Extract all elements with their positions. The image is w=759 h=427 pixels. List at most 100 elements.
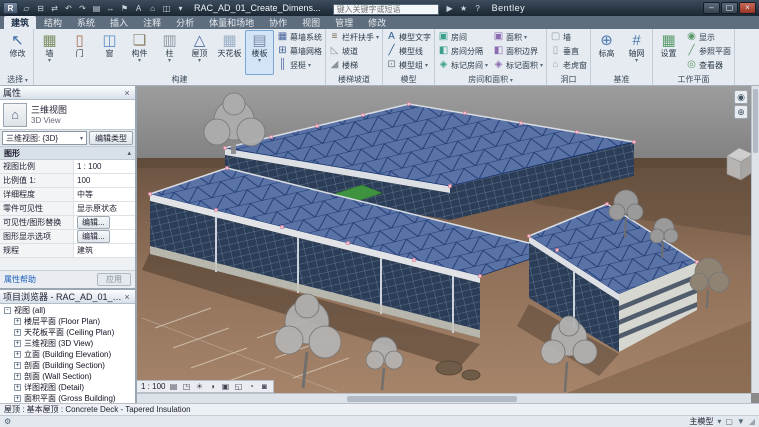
ribbon-tab-4[interactable]: 注释 bbox=[136, 16, 168, 29]
close-icon[interactable]: × bbox=[122, 88, 132, 98]
minimize-button[interactable]: – bbox=[703, 2, 720, 14]
tree-expander-icon[interactable]: - bbox=[4, 307, 11, 314]
tag-area-button[interactable]: ◈标记面积▾ bbox=[491, 58, 545, 72]
grid-button[interactable]: #轴网▾ bbox=[622, 30, 651, 75]
search-input[interactable] bbox=[333, 4, 439, 15]
properties-header[interactable]: 属性 × bbox=[0, 86, 135, 100]
close-button[interactable]: × bbox=[739, 2, 756, 14]
tree-expander-icon[interactable]: + bbox=[14, 362, 21, 369]
browser-item-4[interactable]: +立面 (Building Elevation) bbox=[0, 349, 135, 360]
filter-icon[interactable]: ▼ bbox=[737, 417, 745, 426]
vertical-scrollbar[interactable] bbox=[751, 86, 759, 393]
temporary-hide-icon[interactable]: ◔ bbox=[246, 382, 256, 391]
room-separator-button[interactable]: ◧房间分隔 bbox=[436, 44, 490, 58]
panel-label-1[interactable]: 构建 bbox=[35, 75, 324, 85]
ribbon-tab-10[interactable]: 修改 bbox=[361, 16, 393, 29]
browser-item-8[interactable]: +面积平面 (Gross Building) bbox=[0, 393, 135, 403]
steering-wheel-icon[interactable]: ◉ bbox=[734, 90, 748, 104]
wall-opening-button[interactable]: ▢墙 bbox=[548, 30, 589, 44]
panel-label-4[interactable]: 房间和面积 ▾ bbox=[436, 75, 545, 85]
panel-label-7[interactable]: 工作平面 bbox=[654, 75, 733, 85]
ribbon-tab-2[interactable]: 系统 bbox=[70, 16, 102, 29]
tree-expander-icon[interactable]: + bbox=[14, 351, 21, 358]
measure-icon[interactable]: ↔ bbox=[104, 2, 117, 15]
panel-label-2[interactable]: 楼梯坡道 bbox=[327, 75, 381, 85]
help-icon[interactable]: ? bbox=[472, 2, 484, 14]
tag-room-button[interactable]: ◈标记房间▾ bbox=[436, 58, 490, 72]
browser-item-2[interactable]: +天花板平面 (Ceiling Plan) bbox=[0, 327, 135, 338]
sun-path-icon[interactable]: ☀ bbox=[194, 382, 204, 391]
stair-button[interactable]: ◢楼梯 bbox=[327, 58, 381, 72]
search-go-icon[interactable]: ▶ bbox=[444, 2, 456, 14]
qat-dropdown-icon[interactable]: ▾ bbox=[174, 2, 187, 15]
default-3d-view-icon[interactable]: ⌂ bbox=[146, 2, 159, 15]
collapse-icon[interactable]: ▴ bbox=[127, 149, 131, 157]
set-work-plane-button[interactable]: ▦设置 bbox=[654, 30, 683, 75]
type-selector-dropdown[interactable]: 三维视图: {3D} ▾ bbox=[2, 131, 87, 145]
browser-item-5[interactable]: +剖面 (Building Section) bbox=[0, 360, 135, 371]
browser-item-0[interactable]: -视图 (all) bbox=[0, 305, 135, 316]
property-value-4[interactable]: 编辑... bbox=[74, 216, 135, 229]
tree-expander-icon[interactable]: + bbox=[14, 318, 21, 325]
roof-button[interactable]: △屋顶▾ bbox=[185, 30, 214, 75]
ribbon-tab-3[interactable]: 插入 bbox=[103, 16, 135, 29]
ribbon-tab-6[interactable]: 体量和场地 bbox=[202, 16, 261, 29]
panel-label-6[interactable]: 基准 bbox=[592, 75, 651, 85]
modify-button[interactable]: ↖修改 bbox=[3, 30, 32, 75]
floor-button[interactable]: ▤楼板▾ bbox=[245, 30, 274, 75]
design-options-select[interactable]: 主模型 bbox=[689, 416, 713, 427]
curtain-system-button[interactable]: ▦幕墙系统 bbox=[275, 30, 324, 44]
curtain-grid-button[interactable]: ⊞幕墙网格 bbox=[275, 44, 324, 58]
area-boundary-button[interactable]: ◧面积边界 bbox=[491, 44, 545, 58]
print-icon[interactable]: ▤ bbox=[90, 2, 103, 15]
ceiling-button[interactable]: ▦天花板 bbox=[215, 30, 244, 75]
application-menu-button[interactable]: R bbox=[3, 2, 18, 14]
ribbon-tab-8[interactable]: 视图 bbox=[295, 16, 327, 29]
resize-grip[interactable]: ◢ bbox=[749, 417, 755, 426]
redo-icon[interactable]: ↷ bbox=[76, 2, 89, 15]
tag-icon[interactable]: ⚑ bbox=[118, 2, 131, 15]
tree-expander-icon[interactable]: + bbox=[14, 395, 21, 402]
show-work-plane-button[interactable]: ◉显示 bbox=[684, 30, 733, 44]
property-value-5[interactable]: 编辑... bbox=[74, 230, 135, 243]
maximize-button[interactable]: ▢ bbox=[721, 2, 738, 14]
ramp-button[interactable]: ◺坡道 bbox=[327, 44, 381, 58]
room-button[interactable]: ▣房间 bbox=[436, 30, 490, 44]
tree-expander-icon[interactable]: + bbox=[14, 329, 21, 336]
close-icon[interactable]: × bbox=[122, 292, 132, 302]
ribbon-tab-1[interactable]: 结构 bbox=[37, 16, 69, 29]
browser-item-3[interactable]: +三维视图 (3D View) bbox=[0, 338, 135, 349]
property-group-graphics[interactable]: 图形 ▴ bbox=[0, 147, 135, 160]
ribbon-tab-5[interactable]: 分析 bbox=[169, 16, 201, 29]
ribbon-tab-0[interactable]: 建筑 bbox=[4, 16, 36, 29]
text-icon[interactable]: A bbox=[132, 2, 145, 15]
3d-view-canvas[interactable] bbox=[137, 86, 751, 393]
panel-label-0[interactable]: 选择 ▾ bbox=[3, 75, 32, 85]
model-text-button[interactable]: A模型文字 bbox=[384, 30, 433, 44]
area-button[interactable]: ▣面积▾ bbox=[491, 30, 545, 44]
model-line-button[interactable]: ╱模型线 bbox=[384, 44, 433, 58]
railing-button[interactable]: ≡栏杆扶手▾ bbox=[327, 30, 381, 44]
panel-label-5[interactable]: 洞口 bbox=[548, 75, 589, 85]
drawing-area[interactable]: ◉⊕ 1 : 100 ▤◳☀◑▣◱◔◙ bbox=[137, 86, 759, 403]
show-crop-icon[interactable]: ▣ bbox=[220, 382, 230, 391]
mullion-button[interactable]: ║竖梃▾ bbox=[275, 58, 324, 72]
chevron-down-icon[interactable]: ▾ bbox=[717, 417, 721, 426]
workset-icon[interactable]: ⚙ bbox=[4, 417, 11, 426]
vertical-opening-button[interactable]: ▯垂直 bbox=[548, 44, 589, 58]
model-group-button[interactable]: ⊡模型组▾ bbox=[384, 58, 433, 72]
component-button[interactable]: ❏构件▾ bbox=[125, 30, 154, 75]
visual-style-icon[interactable]: ◳ bbox=[181, 382, 191, 391]
door-button[interactable]: ▯门 bbox=[65, 30, 94, 75]
wall-button[interactable]: ▦墙▾ bbox=[35, 30, 64, 75]
section-icon[interactable]: ◫ bbox=[160, 2, 173, 15]
open-icon[interactable]: ▱ bbox=[20, 2, 33, 15]
ribbon-tab-7[interactable]: 协作 bbox=[262, 16, 294, 29]
tree-expander-icon[interactable]: + bbox=[14, 340, 21, 347]
level-button[interactable]: ⊕标高 bbox=[592, 30, 621, 75]
tree-expander-icon[interactable]: + bbox=[14, 384, 21, 391]
property-value-3[interactable]: 显示原状态 bbox=[74, 202, 135, 215]
editable-only-icon[interactable]: ▢ bbox=[725, 417, 733, 426]
panel-label-3[interactable]: 模型 bbox=[384, 75, 433, 85]
column-button[interactable]: ▥柱▾ bbox=[155, 30, 184, 75]
